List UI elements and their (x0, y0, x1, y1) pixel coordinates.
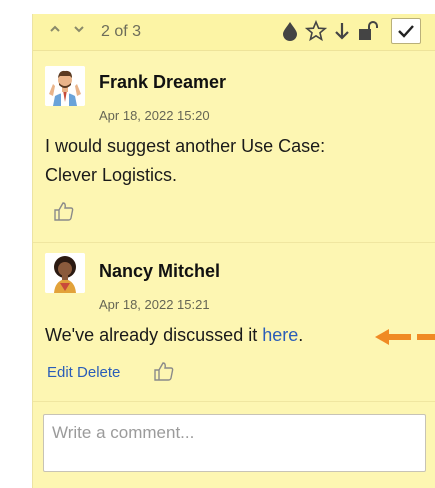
thumbs-up-icon[interactable] (53, 200, 75, 222)
comment-text-suffix: . (298, 325, 304, 345)
avatar (45, 253, 85, 293)
comment-text-line: Clever Logistics. (45, 165, 178, 185)
comment-date: Apr 18, 2022 15:20 (99, 108, 210, 123)
comment-input[interactable]: Write a comment... (43, 414, 426, 472)
comment-item: Frank Dreamer Apr 18, 2022 15:20 I would… (33, 54, 435, 242)
chevron-down-icon[interactable] (73, 22, 85, 38)
comment-author: Nancy Mitchel (99, 261, 221, 281)
resolve-button[interactable] (391, 18, 421, 44)
drop-icon[interactable] (280, 20, 300, 42)
comment-text: We've already discussed it here. (45, 321, 405, 350)
comment-text-prefix: We've already discussed it (45, 325, 263, 345)
delete-button[interactable]: Delete (77, 364, 120, 381)
edit-button[interactable]: Edit (47, 364, 73, 381)
comment-text-line: I would suggest another Use Case: (45, 136, 326, 156)
check-icon (397, 22, 415, 45)
comment-panel: 2 of 3 Frank Dreamer Apr 18, 2022 15:20 … (32, 14, 435, 488)
chevron-up-icon[interactable] (49, 22, 61, 38)
comment-item: Nancy Mitchel Apr 18, 2022 15:21 We've a… (33, 243, 435, 401)
unlock-icon[interactable] (357, 20, 378, 42)
comment-actions: Edit Delete (47, 364, 120, 381)
thumbs-up-icon[interactable] (153, 360, 175, 382)
comment-link[interactable]: here (262, 325, 298, 345)
comment-text: I would suggest another Use Case: Clever… (45, 132, 405, 190)
comment-toolbar: 2 of 3 (33, 14, 435, 51)
avatar (45, 66, 85, 106)
arrow-left-icon (375, 329, 435, 345)
comment-divider (33, 401, 435, 402)
arrow-down-icon[interactable] (333, 20, 353, 42)
comment-counter: 2 of 3 (101, 23, 142, 40)
comment-date: Apr 18, 2022 15:21 (99, 297, 210, 312)
comment-author: Frank Dreamer (99, 72, 227, 92)
star-icon[interactable] (304, 19, 328, 42)
